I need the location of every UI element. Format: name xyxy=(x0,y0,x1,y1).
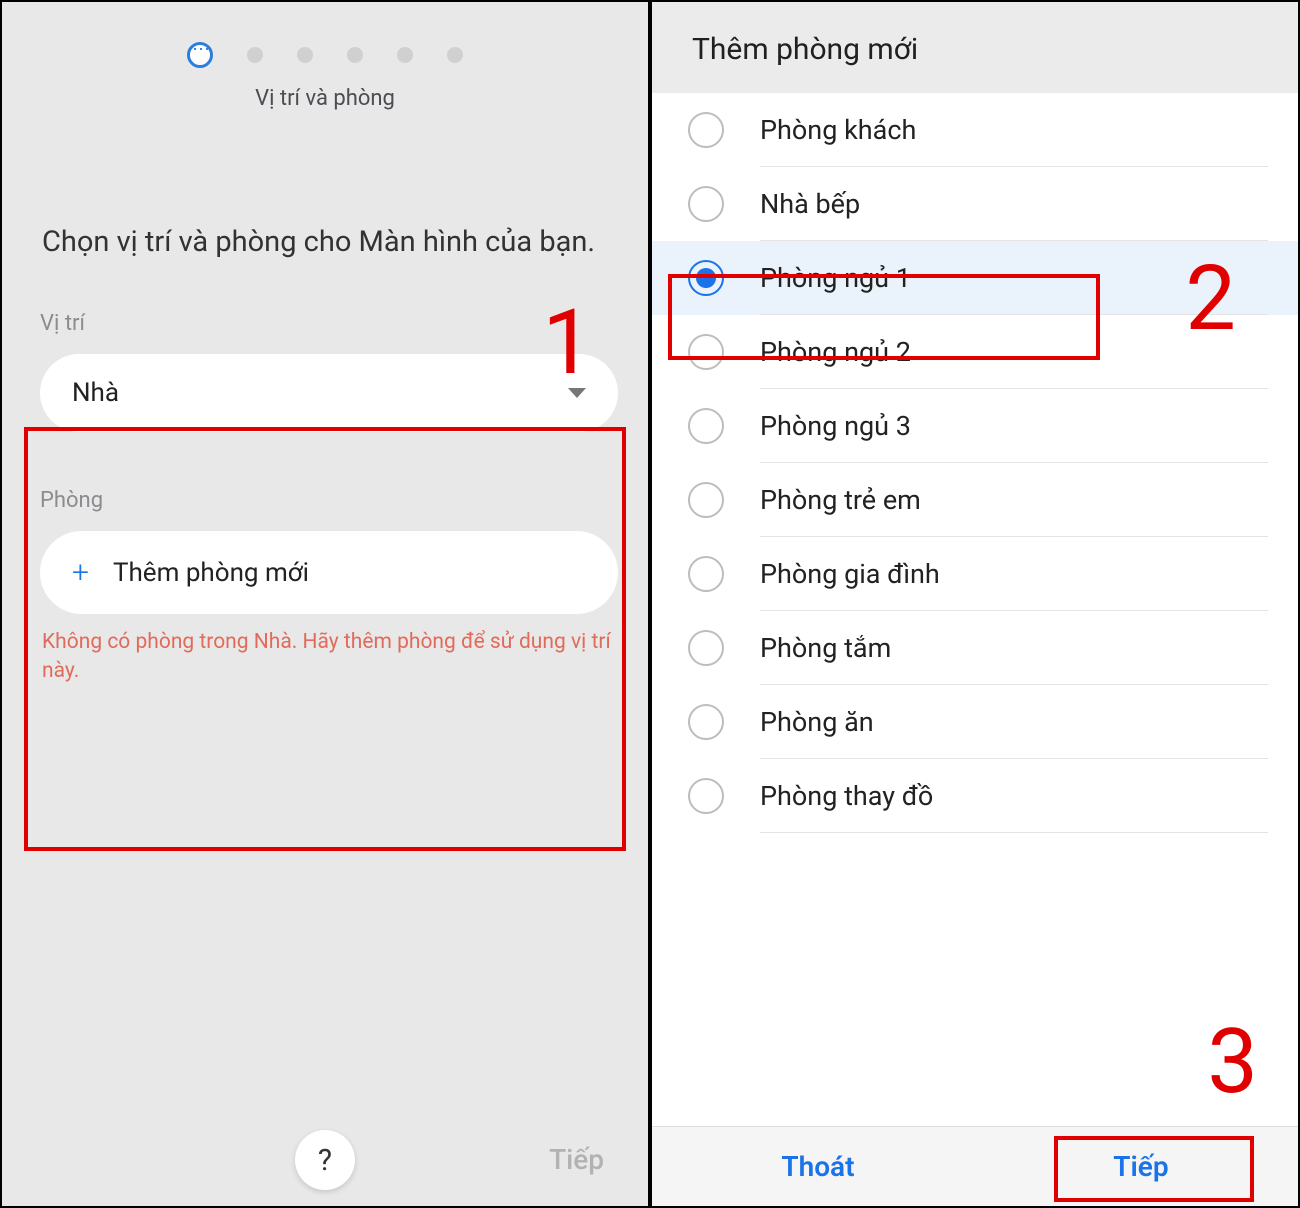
help-icon: ? xyxy=(318,1143,332,1178)
room-label: Phòng xyxy=(40,488,618,513)
radio-icon xyxy=(688,260,724,296)
step-dot xyxy=(297,47,313,63)
location-dropdown[interactable]: Nhà xyxy=(40,354,618,432)
radio-icon xyxy=(688,112,724,148)
step-dot xyxy=(247,47,263,63)
radio-icon xyxy=(688,704,724,740)
progress-stepper xyxy=(2,42,648,68)
add-room-screen: Thêm phòng mới Phòng khách Nhà bếp Phòng n… xyxy=(650,0,1300,1208)
room-option[interactable]: Nhà bếp xyxy=(652,167,1298,241)
next-button[interactable]: Tiếp xyxy=(1113,1150,1168,1183)
annotation-number-3: 3 xyxy=(1207,1009,1258,1114)
location-label: Vị trí xyxy=(40,311,618,336)
screen-title: Thêm phòng mới xyxy=(652,2,1298,93)
room-option-label: Phòng ngủ 3 xyxy=(760,410,911,442)
radio-icon xyxy=(688,186,724,222)
room-option[interactable]: Phòng ngủ 3 xyxy=(652,389,1298,463)
radio-icon xyxy=(688,778,724,814)
room-option[interactable]: Phòng tắm xyxy=(652,611,1298,685)
room-option[interactable]: Phòng trẻ em xyxy=(652,463,1298,537)
room-option[interactable]: Phòng thay đồ xyxy=(652,759,1298,833)
radio-icon xyxy=(688,334,724,370)
step-dot-active xyxy=(187,42,213,68)
location-value: Nhà xyxy=(72,378,119,408)
radio-icon xyxy=(688,408,724,444)
room-option-label: Phòng ngủ 2 xyxy=(760,336,911,368)
exit-button[interactable]: Thoát xyxy=(781,1150,854,1183)
divider xyxy=(760,832,1268,833)
room-option-label: Phòng thay đồ xyxy=(760,780,933,812)
annotation-number-2: 2 xyxy=(1185,246,1236,351)
instruction-text: Chọn vị trí và phòng cho Màn hình của bạ… xyxy=(42,221,616,263)
step-dot xyxy=(447,47,463,63)
room-option-label: Nhà bếp xyxy=(760,188,860,220)
no-room-warning: Không có phòng trong Nhà. Hãy thêm phòng… xyxy=(42,628,616,687)
room-option-label: Phòng tắm xyxy=(760,632,891,664)
step-dot xyxy=(397,47,413,63)
room-options-list: Phòng khách Nhà bếp Phòng ngủ 1 Phòng ngủ 2… xyxy=(652,93,1298,833)
add-room-label: Thêm phòng mới xyxy=(113,558,309,588)
radio-icon xyxy=(688,556,724,592)
next-button-disabled: Tiếp xyxy=(549,1143,604,1176)
room-option-label: Phòng ngủ 1 xyxy=(760,262,911,294)
radio-icon xyxy=(688,630,724,666)
footer-bar: Thoát Tiếp xyxy=(652,1126,1298,1206)
room-option-label: Phòng khách xyxy=(760,114,916,146)
radio-icon xyxy=(688,482,724,518)
room-option[interactable]: Phòng gia đình xyxy=(652,537,1298,611)
room-option-label: Phòng gia đình xyxy=(760,558,940,590)
annotation-number-1: 1 xyxy=(542,290,593,395)
add-room-button[interactable]: + Thêm phòng mới xyxy=(40,531,618,614)
room-option[interactable]: Phòng ăn xyxy=(652,685,1298,759)
step-dot xyxy=(347,47,363,63)
stepper-title: Vị trí và phòng xyxy=(2,86,648,111)
room-option-label: Phòng ăn xyxy=(760,706,874,738)
room-option-label: Phòng trẻ em xyxy=(760,484,921,516)
room-option[interactable]: Phòng khách xyxy=(652,93,1298,167)
help-button[interactable]: ? xyxy=(295,1130,355,1190)
plus-icon: + xyxy=(72,555,89,590)
setup-location-screen: Vị trí và phòng Chọn vị trí và phòng cho… xyxy=(0,0,650,1208)
